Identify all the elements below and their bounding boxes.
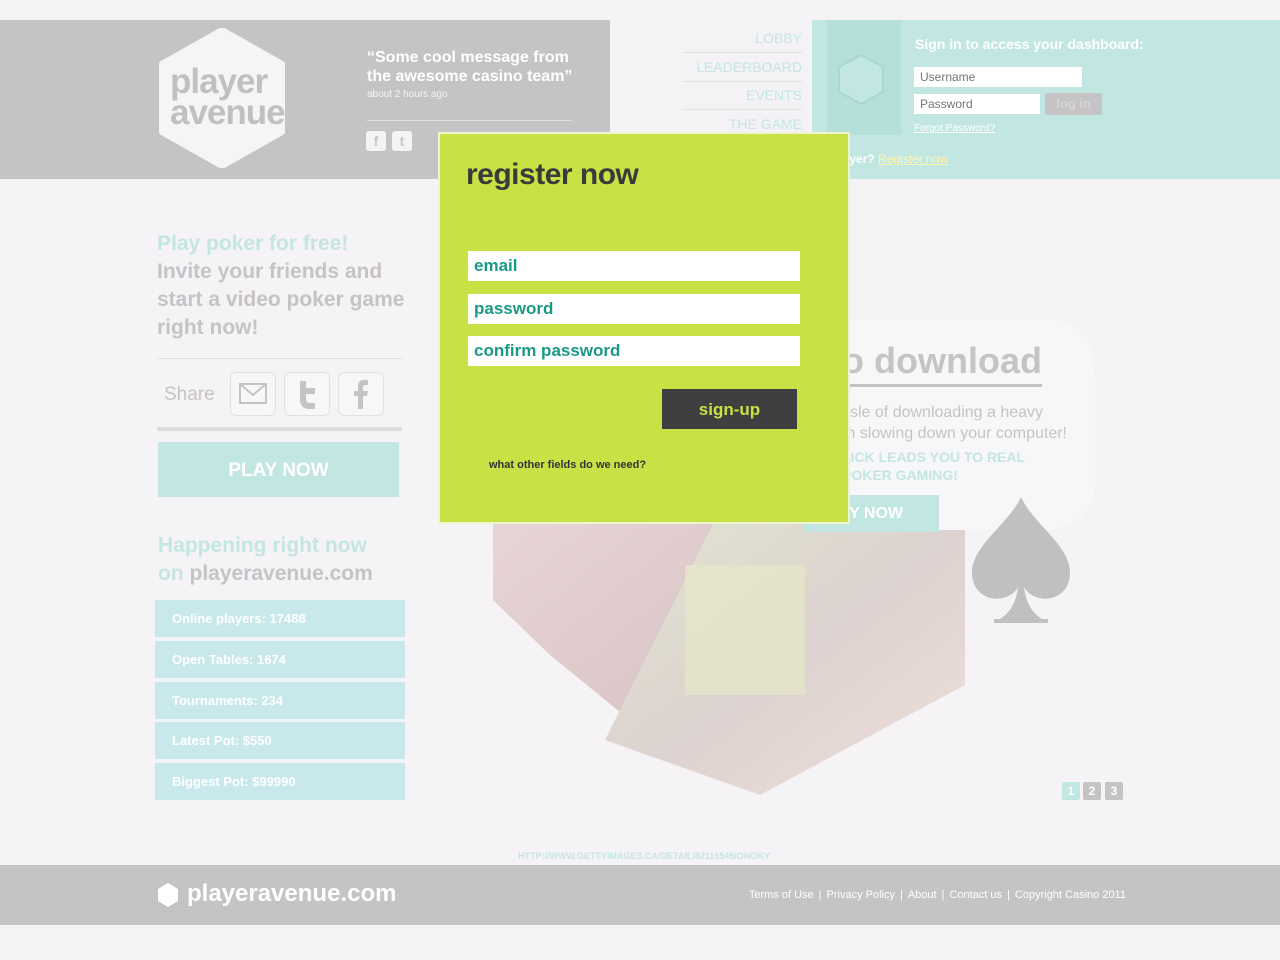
share-label: Share xyxy=(164,384,215,405)
separator: | xyxy=(941,889,945,901)
facebook-icon[interactable]: f xyxy=(366,131,386,151)
forgot-password-link[interactable]: Forgot Password? xyxy=(914,123,995,134)
nav-events[interactable]: EVENTS xyxy=(682,87,802,110)
download-body: ssle of downloading a heavy m slowing do… xyxy=(842,402,1067,444)
separator: | xyxy=(818,889,822,901)
avatar-placeholder xyxy=(827,20,901,135)
divider xyxy=(157,427,402,431)
login-button[interactable]: log in xyxy=(1045,93,1102,115)
page-2-button[interactable]: 2 xyxy=(1083,782,1101,800)
divider xyxy=(157,358,402,359)
happening-line2: on playeravenue.com xyxy=(158,560,418,588)
hexagon-logo-icon xyxy=(158,883,178,907)
page-1-button[interactable]: 1 xyxy=(1062,782,1080,800)
stat-latest-pot: Latest Pot: $550 xyxy=(155,722,405,759)
separator: | xyxy=(899,889,903,901)
password-field[interactable] xyxy=(468,294,800,324)
about-link[interactable]: About xyxy=(908,889,937,901)
happening-line1: Happening right now xyxy=(158,534,367,557)
privacy-link[interactable]: Privacy Policy xyxy=(827,889,895,901)
confirm-password-field[interactable] xyxy=(468,336,800,366)
promo-text: Play poker for free! Invite your friends… xyxy=(157,230,407,342)
quote-timestamp: about 2 hours ago xyxy=(367,89,448,100)
play-now-button[interactable]: PLAY NOW xyxy=(158,442,399,497)
footer-logo[interactable]: playeravenue.com xyxy=(187,880,396,908)
twitter-icon xyxy=(300,381,315,409)
nav-leaderboard[interactable]: LEADERBOARD xyxy=(682,59,802,82)
register-link[interactable]: Register now xyxy=(878,152,948,166)
username-input[interactable] xyxy=(914,67,1082,87)
copyright-text: Copyright Casino 2011 xyxy=(1014,889,1126,901)
modal-title: register now xyxy=(466,158,639,191)
modal-note: what other fields do we need? xyxy=(489,459,647,471)
download-cta-text: LICK LEADS YOU TO REAL POKER GAMING! xyxy=(842,448,1025,484)
register-modal: register now sign-up what other fields d… xyxy=(438,132,850,524)
logo-line2: avenue xyxy=(170,93,286,132)
terms-link[interactable]: Terms of Use xyxy=(749,889,814,901)
hexagon-icon xyxy=(838,53,884,106)
separator: | xyxy=(1007,889,1010,901)
facebook-share-button[interactable] xyxy=(338,372,384,416)
happening-heading: Happening right now on playeravenue.com xyxy=(158,532,418,588)
password-input[interactable] xyxy=(914,94,1040,114)
stat-tournaments: Tournaments: 234 xyxy=(155,682,405,719)
signin-title: Sign in to access your dashboard: xyxy=(915,36,1144,52)
spade-icon xyxy=(972,497,1070,623)
stat-biggest-pot: Biggest Pot: $99990 xyxy=(155,763,405,800)
page-3-button[interactable]: 3 xyxy=(1105,782,1123,800)
download-cta-line1: LICK LEADS YOU TO REAL xyxy=(842,449,1026,465)
facebook-icon xyxy=(354,380,368,409)
contact-link[interactable]: Contact us xyxy=(949,889,1002,901)
divider xyxy=(367,120,572,121)
promo-body: Invite your friends and start a video po… xyxy=(157,260,405,339)
stat-online-players: Online players: 17488 xyxy=(155,600,405,637)
team-quote: “Some cool message from the awesome casi… xyxy=(367,49,573,85)
download-cta-line2: POKER GAMING! xyxy=(842,467,958,483)
download-heading: o download xyxy=(842,340,1042,387)
download-body-line1: ssle of downloading a heavy xyxy=(842,404,1044,421)
happening-on: on xyxy=(158,562,184,585)
download-body-line2: m slowing down your computer! xyxy=(842,425,1067,442)
logo-text: player avenue xyxy=(170,64,286,132)
twitter-icon[interactable]: t xyxy=(392,131,412,151)
footer-links: Terms of Use | Privacy Policy | About | Contac… xyxy=(749,889,1126,901)
twitter-share-button[interactable] xyxy=(284,372,330,416)
promo-headline: Play poker for free! xyxy=(157,232,349,255)
stat-open-tables: Open Tables: 1674 xyxy=(155,641,405,678)
email-field[interactable] xyxy=(468,251,800,281)
happening-site: playeravenue.com xyxy=(189,562,373,585)
nav-lobby[interactable]: LOBBY xyxy=(682,30,802,53)
mail-icon xyxy=(239,383,267,404)
image-credit[interactable]: HTTP://WWW.GETTYIMAGES.CA/DETAIL/8211554… xyxy=(518,851,770,861)
email-share-button[interactable] xyxy=(230,372,276,416)
signup-button[interactable]: sign-up xyxy=(662,389,797,429)
